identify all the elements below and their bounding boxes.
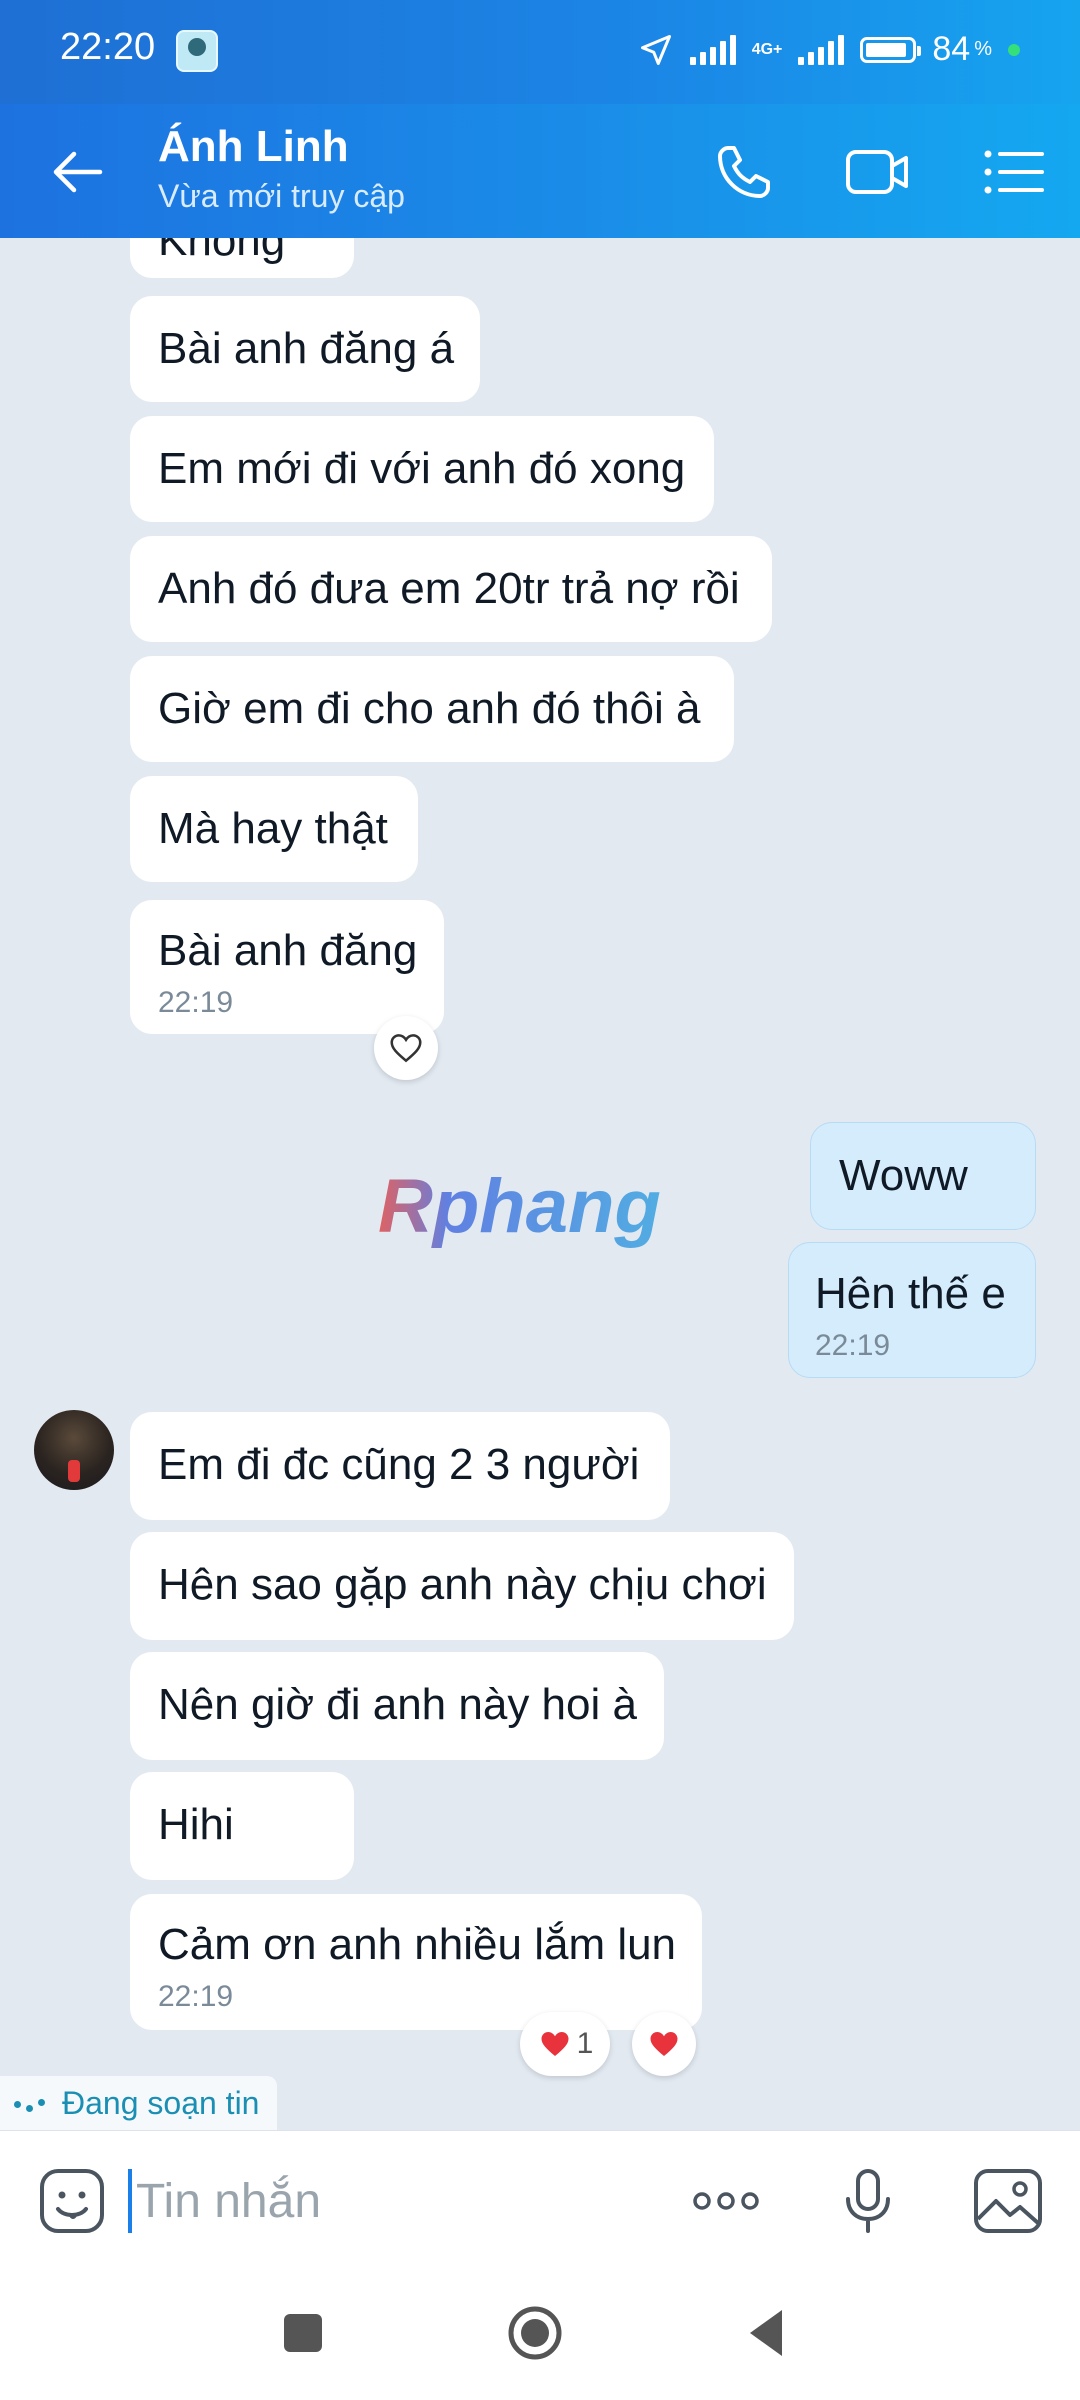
heart-icon [650, 2032, 678, 2056]
typing-indicator: Đang soạn tin [0, 2076, 278, 2130]
message-text: Cảm ơn anh nhiều lắm lun [158, 1920, 677, 1969]
network-type: 4G+ [751, 40, 783, 58]
contact-name[interactable]: Ánh Linh [158, 122, 349, 172]
battery-percent: 84 [932, 30, 971, 68]
message-bubble[interactable]: Không [130, 238, 354, 278]
message-text: Woww [839, 1151, 968, 1200]
back-nav-icon[interactable] [732, 2298, 802, 2368]
message-bubble[interactable]: Hên sao gặp anh này chịu chơi [130, 1532, 794, 1640]
message-bubble[interactable]: Giờ em đi cho anh đó thôi à [130, 656, 734, 762]
message-text: Hihi [158, 1800, 234, 1849]
message-time: 22:19 [815, 1329, 891, 1362]
privacy-indicator-dot [1008, 43, 1020, 56]
message-text: Nên giờ đi anh này hoi à [158, 1680, 637, 1729]
message-bubble[interactable]: Cảm ơn anh nhiều lắm lun 22:19 [130, 1894, 702, 2030]
message-bubble-outgoing[interactable]: Hên thế e 22:19 [788, 1242, 1036, 1378]
message-bubble[interactable]: Bài anh đăng 22:19 [130, 900, 444, 1034]
message-text: Hên sao gặp anh này chịu chơi [158, 1560, 767, 1609]
back-arrow-icon[interactable] [40, 134, 116, 210]
message-bubble[interactable]: Em đi đc cũng 2 3 người [130, 1412, 670, 1520]
message-text: Hên thế e [815, 1269, 1006, 1318]
status-time: 22:20 [60, 26, 156, 68]
typing-dots-icon [14, 2093, 52, 2113]
sender-avatar[interactable] [34, 1410, 114, 1490]
message-input-placeholder: Tin nhắn [136, 2174, 322, 2228]
message-text: Mà hay thật [158, 804, 388, 853]
message-time: 22:19 [158, 986, 234, 1019]
message-text: Bài anh đăng [158, 926, 418, 975]
menu-list-icon[interactable] [974, 134, 1050, 210]
message-input-bar: Tin nhắn [0, 2130, 1080, 2271]
message-time: 22:19 [158, 1980, 234, 2013]
recent-apps-icon[interactable] [268, 2298, 338, 2368]
heart-icon [541, 2032, 569, 2056]
more-options-icon[interactable] [688, 2163, 764, 2239]
message-text: Bài anh đăng á [158, 324, 455, 373]
battery-icon [860, 36, 922, 63]
reaction-count: 1 [576, 2027, 594, 2060]
message-text: Em mới đi với anh đó xong [158, 444, 686, 493]
video-call-icon[interactable] [840, 134, 916, 210]
battery-percent-sign: % [974, 38, 992, 60]
heart-outline-icon [390, 1034, 422, 1063]
watermark-text: Rphang [378, 1164, 661, 1249]
message-list[interactable]: Không Bài anh đăng á Em mới đi với anh đ… [0, 238, 1080, 2130]
signal-icon [689, 34, 736, 65]
notification-app-icon [176, 30, 218, 72]
message-bubble[interactable]: Em mới đi với anh đó xong [130, 416, 714, 522]
contact-status: Vừa mới truy cập [158, 178, 405, 214]
phone-icon[interactable] [706, 134, 782, 210]
home-icon[interactable] [500, 2298, 570, 2368]
watermark-logo: Rphang [378, 1164, 661, 1249]
location-icon [640, 34, 671, 65]
sticker-emoji-icon[interactable] [34, 2163, 110, 2239]
message-bubble[interactable]: Hihi [130, 1772, 354, 1880]
status-bar: 22:20 4G+ 84 % [0, 0, 1080, 104]
message-bubble[interactable]: Nên giờ đi anh này hoi à [130, 1652, 664, 1760]
add-reaction-button[interactable] [374, 1016, 438, 1080]
message-bubble[interactable]: Bài anh đăng á [130, 296, 480, 402]
typing-text: Đang soạn tin [62, 2084, 260, 2121]
chat-header: Ánh Linh Vừa mới truy cập [0, 104, 1080, 238]
message-text: Không [158, 238, 286, 265]
message-bubble[interactable]: Mà hay thật [130, 776, 418, 882]
message-text: Giờ em đi cho anh đó thôi à [158, 684, 701, 733]
heart-reaction-button[interactable] [632, 2012, 696, 2076]
message-text: Anh đó đưa em 20tr trả nợ rồi [158, 564, 740, 613]
message-text: Em đi đc cũng 2 3 người [158, 1440, 640, 1489]
text-caret [128, 2169, 132, 2233]
signal-icon-2 [798, 34, 845, 65]
status-icons: 4G+ 84 % [638, 30, 1020, 69]
message-bubble[interactable]: Anh đó đưa em 20tr trả nợ rồi [130, 536, 772, 642]
image-gallery-icon[interactable] [970, 2163, 1046, 2239]
reaction-summary[interactable]: 1 [520, 2012, 610, 2076]
message-input[interactable]: Tin nhắn [128, 2167, 321, 2235]
system-navigation-bar [0, 2270, 1080, 2400]
microphone-icon[interactable] [830, 2163, 906, 2239]
message-bubble-outgoing[interactable]: Woww [810, 1122, 1036, 1230]
